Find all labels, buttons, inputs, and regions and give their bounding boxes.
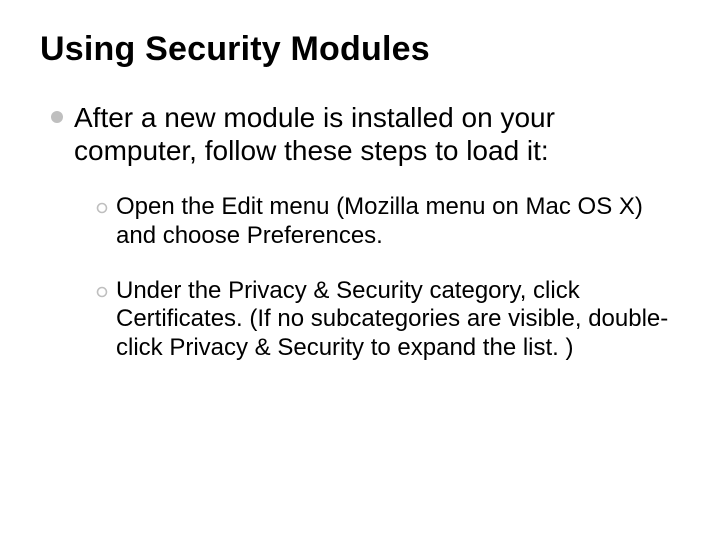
intro-text: After a new module is installed on your … — [74, 101, 680, 167]
circle-bullet-icon — [96, 201, 108, 213]
step-text: Open the Edit menu (Mozilla menu on Mac … — [116, 193, 680, 251]
step-text: Under the Privacy & Security category, c… — [116, 277, 680, 363]
disc-bullet-icon — [50, 110, 64, 124]
intro-item: After a new module is installed on your … — [50, 101, 680, 167]
list-item: Under the Privacy & Security category, c… — [96, 277, 680, 363]
slide: Using Security Modules After a new modul… — [0, 0, 720, 540]
list-item: Open the Edit menu (Mozilla menu on Mac … — [96, 193, 680, 251]
slide-title: Using Security Modules — [40, 30, 680, 69]
circle-bullet-icon — [96, 285, 108, 297]
